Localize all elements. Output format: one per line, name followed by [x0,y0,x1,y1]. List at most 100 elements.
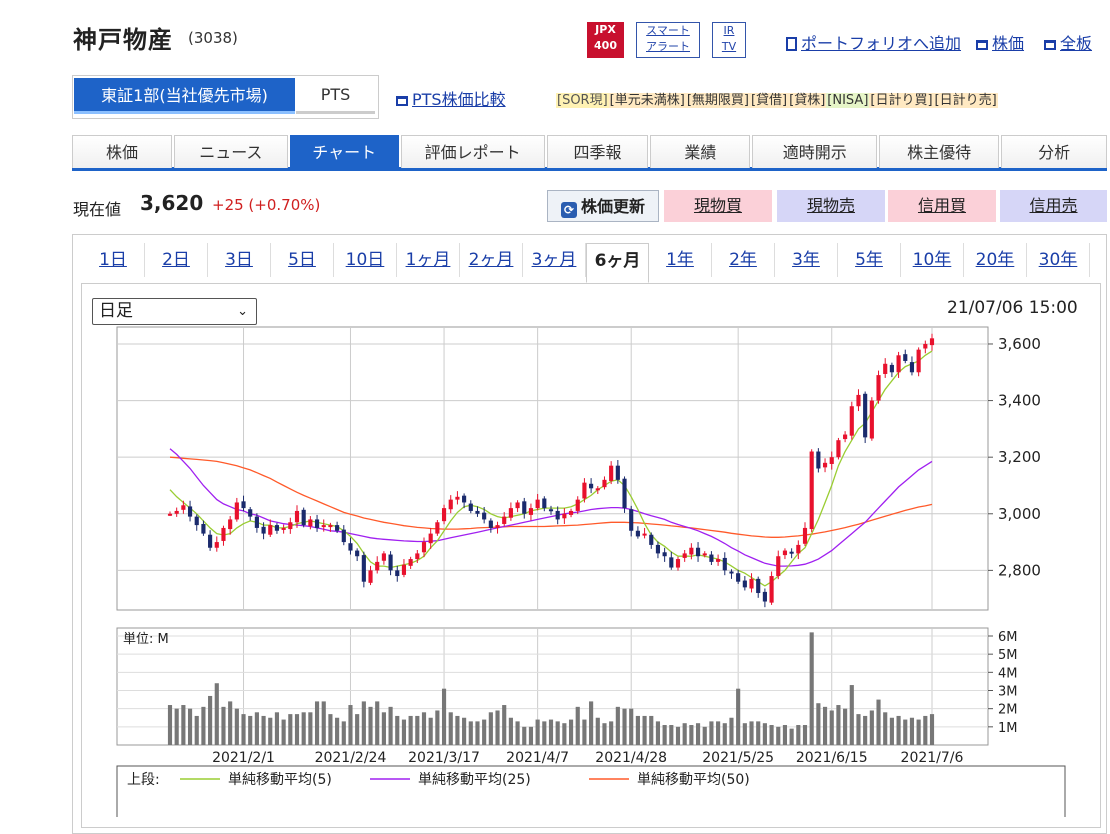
candle-body [863,393,868,438]
volume-bar [889,717,894,745]
volume-bar [689,725,694,745]
volume-bar [254,712,259,745]
volume-bar [368,706,373,745]
volume-bar [789,728,794,745]
candle-body [682,553,687,558]
volume-bar [455,715,460,745]
candle-body [502,516,507,524]
candle-body [274,525,280,531]
candle-body [167,513,173,516]
candle-body [695,547,701,557]
candle-body [896,355,901,373]
candle-body [889,364,894,373]
volume-bar [441,688,447,745]
candle-body [381,553,386,561]
candle-body [669,557,674,568]
volume-bar [809,632,814,745]
candle-body [535,499,540,509]
candle-body [415,553,420,560]
candle-body [615,465,620,480]
volume-bar [261,715,266,745]
candle-body [916,349,921,373]
candle-body [822,462,828,468]
legend-label: 単純移動平均(25) [418,772,531,788]
volume-bar [174,708,179,745]
volume-bar [528,726,534,745]
candle-body [869,400,874,439]
x-tick-label: 2021/2/1 [212,750,275,766]
volume-tick-label: 6M [998,630,1018,645]
candle-body [909,362,915,373]
candle-body [261,526,266,534]
candle-body [214,542,219,548]
volume-bar [395,715,400,745]
volume-bar [234,708,239,745]
volume-bar [722,723,727,745]
volume-tick-label: 4M [998,666,1018,681]
volume-bar [462,717,467,745]
volume-bar [542,721,547,745]
candle-body [375,561,380,571]
volume-bar [274,712,280,745]
candle-body [462,495,467,503]
volume-bar [535,719,540,745]
volume-bar [716,721,721,745]
volume-bar [729,717,734,745]
volume-bar [388,706,393,745]
candle-body [856,394,861,407]
volume-bar [435,710,440,745]
candle-body [929,338,935,346]
volume-bar [682,723,687,745]
volume-bar [782,725,788,745]
volume-bar [408,715,413,745]
candle-body [268,525,273,535]
volume-bar [522,726,527,745]
volume-bar [241,714,246,745]
candle-body [421,542,427,553]
volume-bar [421,712,427,745]
volume-bar [929,714,935,745]
candle-body [428,533,433,544]
candle-body [475,510,480,514]
candle-body [314,519,320,528]
candle-body [655,544,661,554]
candle-body [294,510,300,523]
volume-bar [341,721,346,745]
candle-body [829,457,834,464]
candle-body [629,509,634,531]
volume-bar [335,717,340,745]
volume-bar [702,726,707,745]
y-tick-label: 3,200 [998,448,1041,466]
candle-body [221,527,226,541]
candle-body [776,556,781,577]
volume-tick-label: 2M [998,703,1018,718]
candle-body [181,505,186,510]
volume-bar [321,701,326,745]
volume-bar [769,725,774,745]
volume-bar [415,715,420,745]
candle-body [488,520,493,528]
candle-body [622,478,627,509]
candle-body [355,550,360,557]
candle-body [455,496,460,500]
candle-body [595,488,600,491]
candle-body [515,502,520,509]
candle-body [335,525,340,531]
volume-bar [642,715,647,745]
candle-body [194,516,199,526]
candle-body [368,570,373,583]
candle-body [435,522,440,534]
volume-bar [756,721,761,745]
x-tick-label: 2021/7/6 [901,750,964,766]
volume-bar [488,712,493,745]
volume-bar [475,721,480,745]
candle-body [341,529,346,543]
volume-bar [655,721,661,745]
volume-bar [562,723,567,745]
volume-bar [602,723,607,745]
candle-body [749,578,754,589]
volume-bar [622,708,627,745]
volume-bar [762,723,767,745]
volume-bar [348,705,353,745]
candle-body [542,498,547,509]
